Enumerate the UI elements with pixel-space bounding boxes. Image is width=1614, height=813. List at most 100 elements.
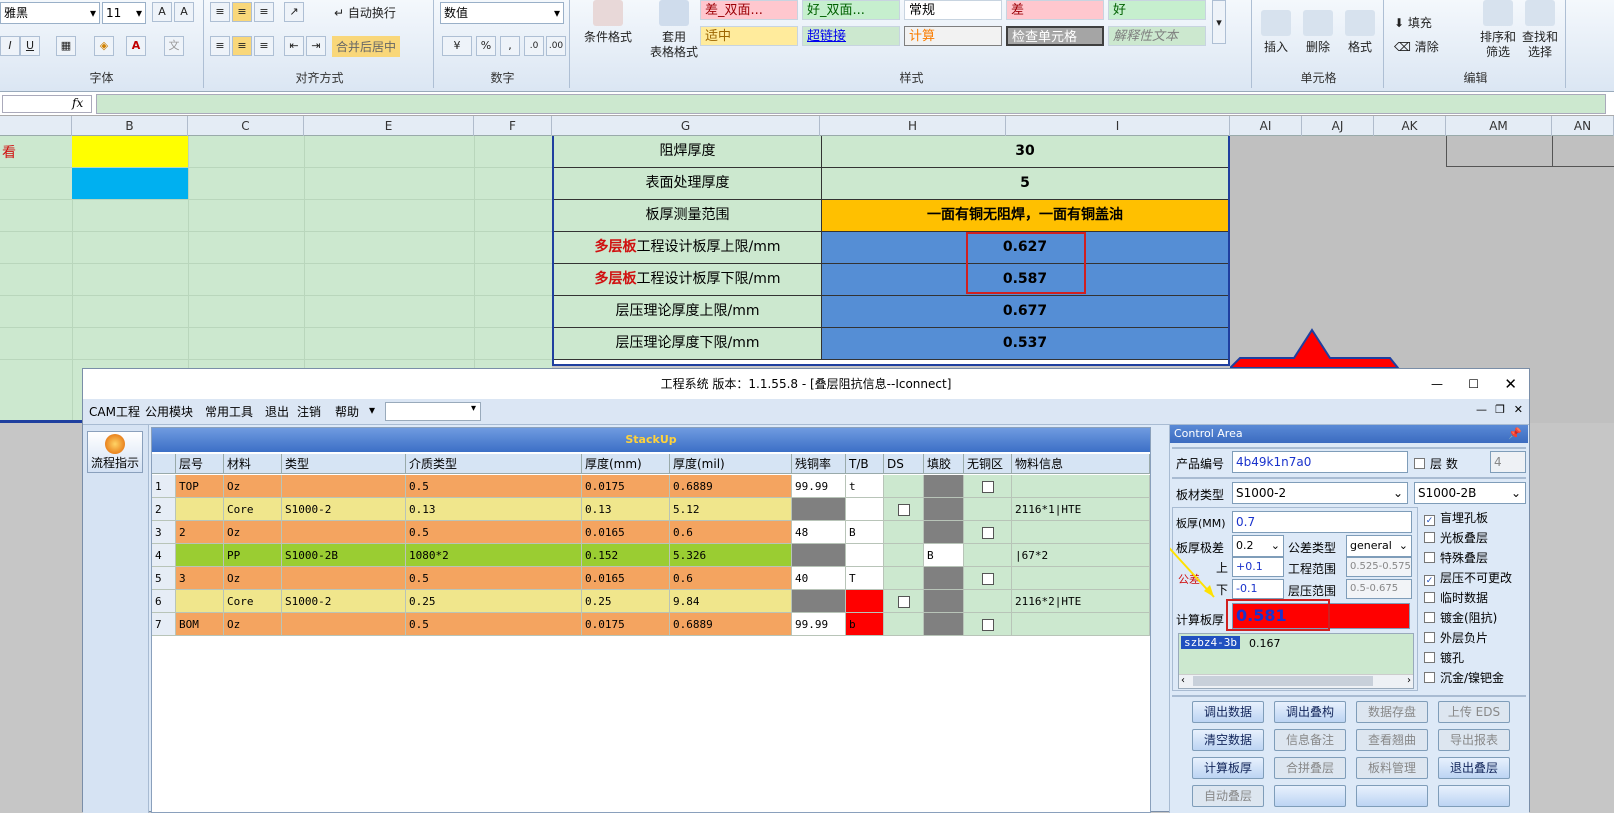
mdi-close-icon[interactable]: ✕ [1514, 403, 1523, 416]
style-bad-double[interactable]: 差_双面... [700, 0, 798, 20]
close-icon[interactable]: ✕ [1504, 369, 1517, 399]
cell-mil[interactable]: 5.326 [670, 544, 792, 567]
checkbox[interactable] [981, 481, 994, 493]
fill-button[interactable]: ⬇ 填充 [1394, 14, 1432, 31]
align-bottom-button[interactable]: ≡ [254, 2, 274, 22]
col-header[interactable]: E [304, 116, 474, 136]
cell-fill[interactable] [924, 475, 964, 498]
grow-font-button[interactable]: A [152, 2, 172, 22]
result-list[interactable]: szbz4-3b 0.167 ‹ › [1178, 633, 1414, 689]
result-name[interactable]: szbz4-3b [1181, 636, 1240, 649]
cell-mm[interactable]: 0.152 [582, 544, 670, 567]
checkbox[interactable] [897, 596, 910, 608]
upper-tol-input[interactable]: +0.1 [1232, 557, 1284, 577]
header-thickness-mm[interactable]: 厚度(mm) [582, 454, 670, 474]
col-header[interactable]: AJ [1302, 116, 1374, 136]
cell-mil[interactable]: 9.84 [670, 590, 792, 613]
cell-nocu[interactable] [964, 567, 1012, 590]
header-ds[interactable]: DS [884, 454, 924, 474]
cell-mm[interactable]: 0.13 [582, 498, 670, 521]
merge-center-button[interactable]: 合并后居中 [332, 36, 401, 57]
header-type[interactable]: 类型 [282, 454, 406, 474]
italic-button[interactable]: I [0, 36, 20, 56]
cell-res[interactable]: 99.99 [792, 613, 846, 636]
cell-type[interactable]: S1000-2 [282, 498, 406, 521]
cell-mil[interactable]: 5.12 [670, 498, 792, 521]
scroll-right-icon[interactable]: › [1407, 675, 1411, 687]
header-thickness-mil[interactable]: 厚度(mil) [670, 454, 792, 474]
cell-res[interactable]: 48 [792, 521, 846, 544]
mdi-restore-icon[interactable]: ❐ [1495, 403, 1505, 416]
row-value[interactable]: 一面有铜无阻焊，一面有铜盖油 [822, 200, 1228, 231]
menu-logout[interactable]: 注销 [297, 403, 321, 420]
header-material-info[interactable]: 物料信息 [1012, 454, 1150, 474]
cell-info[interactable] [1012, 521, 1150, 544]
cell-info[interactable]: 2116*1|HTE [1012, 498, 1150, 521]
col-header[interactable]: I [1006, 116, 1230, 136]
action-button[interactable]: 调出数据 [1192, 701, 1264, 723]
option-check[interactable]: 临时数据 [1424, 589, 1488, 606]
col-header[interactable]: AN [1552, 116, 1614, 136]
cell-info[interactable] [1012, 475, 1150, 498]
cell-mat[interactable]: Core [224, 590, 282, 613]
format-button[interactable]: 格式 [1338, 10, 1382, 55]
cell-mat[interactable]: Oz [224, 613, 282, 636]
header-fill[interactable]: 填胶 [924, 454, 964, 474]
minimize-icon[interactable]: — [1431, 369, 1443, 399]
cell-res[interactable]: 99.99 [792, 475, 846, 498]
cell-layer[interactable] [176, 498, 224, 521]
cell-tb[interactable]: B [846, 521, 884, 544]
cell-fill[interactable] [924, 498, 964, 521]
col-header[interactable]: B [72, 116, 188, 136]
cell-diel[interactable]: 0.5 [406, 613, 582, 636]
cell-ds[interactable] [884, 498, 924, 521]
menu-cam[interactable]: CAM工程 [89, 403, 140, 420]
decrease-decimal-button[interactable]: .00 [546, 36, 566, 56]
col-header[interactable]: F [474, 116, 552, 136]
option-check[interactable]: ✓ 层压不可更改 [1424, 569, 1512, 586]
cell-ds[interactable] [884, 567, 924, 590]
row-label[interactable]: 层压理论厚度上限/mm [554, 296, 822, 327]
cell-fill[interactable] [924, 567, 964, 590]
underline-button[interactable]: U [20, 36, 40, 56]
action-button[interactable]: 合拼叠层 [1274, 757, 1346, 779]
cell-fill[interactable]: B [924, 544, 964, 567]
row-label[interactable]: 表面处理厚度 [554, 168, 822, 199]
style-check-cell[interactable]: 检查单元格 [1006, 26, 1104, 46]
col-header[interactable]: AK [1374, 116, 1446, 136]
option-check[interactable]: 光板叠层 [1424, 529, 1488, 546]
cell-a-text[interactable]: 看 [2, 142, 16, 162]
cell-ds[interactable] [884, 590, 924, 613]
cell-tb[interactable]: b [846, 613, 884, 636]
header-tb[interactable]: T/B [846, 454, 884, 474]
cell-nocu[interactable] [964, 475, 1012, 498]
scroll-thumb[interactable] [1193, 676, 1373, 686]
row-label[interactable]: 多层板工程设计板厚下限/mm [554, 264, 822, 295]
action-button[interactable] [1274, 785, 1346, 807]
action-button[interactable]: 板料管理 [1356, 757, 1428, 779]
tolerance-select[interactable]: 0.2 ⌄ [1232, 535, 1284, 557]
checkbox[interactable] [981, 527, 994, 539]
flow-guide-button[interactable]: 流程指示 [87, 431, 143, 473]
orientation-button[interactable]: ↗ [284, 2, 304, 22]
align-center-button[interactable]: ≡ [232, 36, 252, 56]
delete-button[interactable]: 删除 [1296, 10, 1340, 55]
cell-diel[interactable]: 1080*2 [406, 544, 582, 567]
row-value[interactable]: 0.537 [822, 328, 1228, 359]
cell-mat[interactable]: PP [224, 544, 282, 567]
phonetic-button[interactable]: 文 [164, 36, 184, 56]
option-check[interactable]: 镀金(阻抗) [1424, 609, 1497, 626]
cell-layer[interactable] [176, 590, 224, 613]
row-label[interactable]: 阻焊厚度 [554, 136, 822, 167]
action-button[interactable]: 自动叠层 [1192, 785, 1264, 807]
cell-fill[interactable] [924, 590, 964, 613]
currency-button[interactable]: ¥ [442, 36, 472, 56]
checkbox[interactable] [981, 573, 994, 585]
cell-fill[interactable] [924, 613, 964, 636]
wrap-text-button[interactable]: ↵ 自动换行 [334, 4, 396, 21]
font-size-select[interactable]: 11 ▾ [102, 2, 146, 24]
cell-diel[interactable]: 0.5 [406, 521, 582, 544]
row-value[interactable]: 0.677 [822, 296, 1228, 327]
style-bad[interactable]: 差 [1006, 0, 1104, 20]
find-select-button[interactable]: 查找和 选择 [1520, 0, 1560, 60]
